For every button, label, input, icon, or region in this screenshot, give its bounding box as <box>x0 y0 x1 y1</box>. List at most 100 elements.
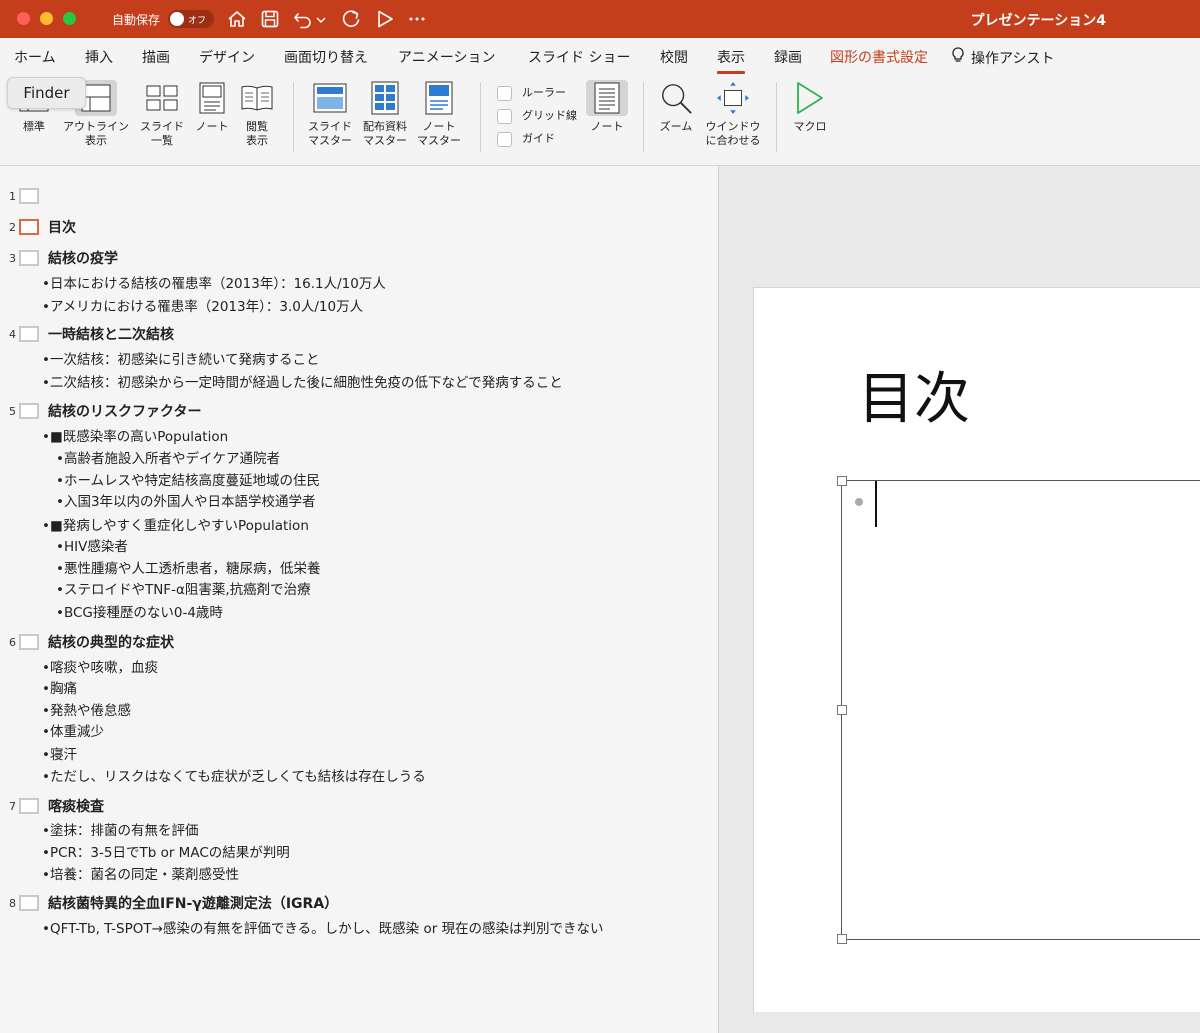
outline-slide-3[interactable]: 3 結核の疫学 <box>6 248 118 268</box>
slide-icon[interactable] <box>19 403 39 419</box>
gridlines-checkbox[interactable]: グリッド線 <box>497 107 577 124</box>
outline-bullet[interactable]: •HIV感染者 <box>56 535 128 555</box>
slide-canvas[interactable]: 目次 <box>753 287 1200 1012</box>
guides-checkbox[interactable]: ガイド <box>497 130 555 147</box>
tab-animations[interactable]: アニメーション <box>398 47 495 67</box>
notes-master-button[interactable]: ノート マスター <box>412 80 466 148</box>
outline-bullet[interactable]: •アメリカにおける罹患率（2013年）：3.0人/10万人 <box>42 295 363 315</box>
fit-to-window-button[interactable]: ウインドウ に合わせる <box>702 80 764 148</box>
slide-number: 2 <box>9 220 16 234</box>
outline-bullet[interactable]: •一次結核：初感染に引き続いて発病すること <box>42 348 320 368</box>
slide-icon[interactable] <box>19 188 39 204</box>
tab-transitions[interactable]: 画面切り替え <box>284 47 368 67</box>
resize-handle[interactable] <box>837 476 847 486</box>
tab-tell-me[interactable]: 操作アシスト <box>951 47 1054 68</box>
content-placeholder[interactable] <box>837 476 1200 944</box>
tab-review[interactable]: 校閲 <box>660 47 688 67</box>
outline-slide-title[interactable]: 目次 <box>48 217 76 237</box>
handout-master-button[interactable]: 配布資料 マスター <box>358 80 412 148</box>
tab-design[interactable]: デザイン <box>199 47 255 67</box>
outline-slide-title[interactable]: 喀痰検査 <box>48 796 104 816</box>
outline-bullet[interactable]: •塗抹：排菌の有無を評価 <box>42 819 198 839</box>
outline-bullet[interactable]: •PCR：3-5日でTb or MACの結果が判明 <box>42 841 290 861</box>
outline-slide-title[interactable]: 結核の典型的な症状 <box>48 632 174 652</box>
tab-shape-format[interactable]: 図形の書式設定 <box>830 47 928 67</box>
undo-dropdown-icon[interactable] <box>314 8 328 30</box>
outline-bullet[interactable]: •■既感染率の高いPopulation <box>42 425 228 445</box>
undo-icon[interactable] <box>292 8 314 30</box>
slide-icon[interactable] <box>19 250 39 266</box>
ribbon-separator <box>293 82 294 152</box>
tab-slideshow[interactable]: スライド ショー <box>528 47 630 67</box>
outline-slide-4[interactable]: 4 一時結核と二次結核 <box>6 324 174 344</box>
more-icon[interactable] <box>406 8 428 30</box>
outline-bullet[interactable]: •胸痛 <box>42 677 77 697</box>
close-window-button[interactable] <box>17 12 30 25</box>
tab-view[interactable]: 表示 <box>717 47 745 74</box>
play-icon[interactable] <box>374 8 396 30</box>
outline-slide-2[interactable]: 2 目次 <box>6 217 76 237</box>
outline-bullet[interactable]: •QFT-Tb, T-SPOT→感染の有無を評価できる。しかし、既感染 or 現… <box>42 917 604 937</box>
outline-bullet[interactable]: •悪性腫瘍や人工透析患者，糖尿病，低栄養 <box>56 557 320 577</box>
outline-bullet[interactable]: •入国3年以内の外国人や日本語学校通学者 <box>56 490 316 510</box>
outline-bullet[interactable]: •■発病しやすく重症化しやすいPopulation <box>42 514 309 534</box>
notes-button[interactable]: ノート <box>585 80 629 134</box>
save-icon[interactable] <box>259 8 281 30</box>
zoom-button[interactable]: ズーム <box>654 80 698 134</box>
slide-master-button[interactable]: スライド マスター <box>303 80 357 148</box>
macro-button[interactable]: マクロ <box>788 80 832 134</box>
outline-bullet[interactable]: •二次結核：初感染から一定時間が経過した後に細胞性免疫の低下などで発病すること <box>42 371 563 391</box>
outline-bullet[interactable]: •BCG接種歴のない0-4歳時 <box>56 601 223 621</box>
outline-bullet[interactable]: •発熱や倦怠感 <box>42 699 131 719</box>
autosave-toggle[interactable]: オフ <box>168 10 214 28</box>
book-icon <box>240 80 274 116</box>
slide-number: 5 <box>9 404 16 418</box>
outline-slide-title[interactable]: 結核のリスクファクター <box>48 401 201 421</box>
outline-pane[interactable]: 1 2 目次 3 結核の疫学 •日本における結核の罹患率（2013年）：16.1人/10万… <box>0 166 719 1033</box>
minimize-window-button[interactable] <box>40 12 53 25</box>
outline-slide-title[interactable]: 結核菌特異的全血IFN-γ遊離測定法（IGRA） <box>48 893 338 913</box>
notes-icon <box>586 80 628 116</box>
outline-bullet[interactable]: •喀痰や咳嗽，血痰 <box>42 656 158 676</box>
resize-handle[interactable] <box>837 934 847 944</box>
outline-bullet[interactable]: •ただし、リスクはなくても症状が乏しくても結核は存在しうる <box>42 765 426 785</box>
document-title: プレゼンテーション4 <box>970 13 1106 29</box>
outline-slide-1[interactable]: 1 <box>6 186 48 206</box>
notes-page-button[interactable]: ノート <box>192 80 232 134</box>
outline-slide-8[interactable]: 8 結核菌特異的全血IFN-γ遊離測定法（IGRA） <box>6 893 338 913</box>
outline-bullet[interactable]: •高齢者施設入所者やデイケア通院者 <box>56 447 280 467</box>
tab-insert[interactable]: 挿入 <box>85 47 113 67</box>
tab-record[interactable]: 録画 <box>774 47 802 67</box>
slide-icon[interactable] <box>19 326 39 342</box>
outline-bullet[interactable]: •寝汗 <box>42 743 77 763</box>
slide-number: 6 <box>9 635 16 649</box>
normal-view-label: 標準 <box>23 120 45 133</box>
outline-bullet[interactable]: •体重減少 <box>42 720 104 740</box>
outline-slide-title[interactable]: 結核の疫学 <box>48 248 118 268</box>
home-icon[interactable] <box>226 8 248 30</box>
zoom-window-button[interactable] <box>63 12 76 25</box>
outline-bullet[interactable]: •ステロイドやTNF-α阻害薬,抗癌剤で治療 <box>56 578 311 598</box>
fit-window-label-1: ウインドウ <box>705 120 761 133</box>
outline-slide-6[interactable]: 6 結核の典型的な症状 <box>6 632 174 652</box>
outline-bullet[interactable]: •ホームレスや特定結核高度蔓延地域の住民 <box>56 469 320 489</box>
outline-slide-7[interactable]: 7 喀痰検査 <box>6 796 104 816</box>
tab-draw[interactable]: 描画 <box>142 47 170 67</box>
reading-view-button[interactable]: 閲覧 表示 <box>237 80 277 148</box>
outline-bullet[interactable]: •日本における結核の罹患率（2013年）：16.1人/10万人 <box>42 272 386 292</box>
ruler-checkbox[interactable]: ルーラー <box>497 84 566 101</box>
outline-slide-5[interactable]: 5 結核のリスクファクター <box>6 401 201 421</box>
slide-icon[interactable] <box>19 634 39 650</box>
slide-icon[interactable] <box>19 895 39 911</box>
resize-handle[interactable] <box>837 705 847 715</box>
fit-window-icon <box>716 80 750 116</box>
redo-icon[interactable] <box>340 8 362 30</box>
macro-label: マクロ <box>793 120 827 133</box>
tab-home[interactable]: ホーム <box>14 47 56 67</box>
slide-sorter-button[interactable]: スライド 一覧 <box>137 80 187 148</box>
slide-icon[interactable] <box>19 219 39 235</box>
outline-slide-title[interactable]: 一時結核と二次結核 <box>48 324 174 344</box>
slide-icon[interactable] <box>19 798 39 814</box>
slide-title[interactable]: 目次 <box>858 354 970 435</box>
outline-bullet[interactable]: •培養：菌名の同定・薬剤感受性 <box>42 863 239 883</box>
